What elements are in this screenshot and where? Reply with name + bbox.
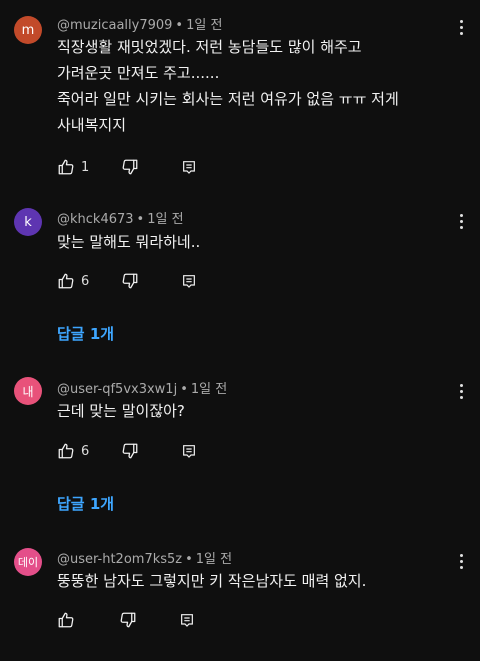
- reply-comment-icon: [183, 161, 196, 174]
- comment-line: 가려운곳 만져도 주고......: [57, 64, 220, 82]
- comment-actions: 6: [57, 270, 197, 292]
- reply-button[interactable]: [181, 443, 197, 459]
- reply-button[interactable]: [181, 273, 197, 289]
- comment-meta: @muzicaally7909 • 1일 전: [57, 14, 222, 33]
- thumb-up-icon: [58, 612, 74, 628]
- like-button[interactable]: 6: [57, 272, 89, 290]
- author-name[interactable]: @user-ht2om7ks5z: [57, 552, 182, 567]
- view-replies-link[interactable]: 답글 1개: [57, 493, 114, 514]
- thumb-down-icon: [122, 159, 138, 175]
- comment-time[interactable]: 1일 전: [196, 552, 232, 567]
- comment-line: 사내복지지: [57, 116, 127, 134]
- reply-button[interactable]: [179, 612, 195, 628]
- comment-actions: [57, 609, 195, 631]
- separator-dot: •: [175, 18, 184, 33]
- reply-button[interactable]: [181, 159, 197, 175]
- author-name[interactable]: @khck4673: [57, 212, 134, 227]
- more-vert-icon[interactable]: [460, 211, 464, 232]
- view-replies-link[interactable]: 답글 1개: [57, 323, 114, 344]
- thumb-up-icon: [58, 273, 74, 289]
- more-vert-icon[interactable]: [460, 381, 464, 402]
- author-name[interactable]: @user-qf5vx3xw1j: [57, 382, 177, 397]
- reply-comment-icon: [181, 614, 193, 627]
- thumb-down-icon: [122, 273, 138, 289]
- like-button[interactable]: [57, 611, 81, 629]
- author-name[interactable]: @muzicaally7909: [57, 18, 172, 33]
- comment-line: 뚱뚱한 남자도 그렇지만 키 작은남자도 매력 없지.: [57, 572, 367, 590]
- comment-meta: @user-ht2om7ks5z • 1일 전: [57, 548, 232, 567]
- like-count: 1: [81, 159, 90, 175]
- reply-comment-icon: [183, 275, 196, 288]
- avatar[interactable]: 데이: [14, 548, 42, 576]
- more-vert-icon[interactable]: [460, 551, 464, 572]
- comment-text: 근데 맞는 말이잖아?: [57, 398, 440, 424]
- avatar-letter: k: [24, 214, 32, 230]
- avatar-letter: 데이: [17, 556, 39, 569]
- reply-comment-icon: [183, 445, 196, 458]
- comment-meta: @khck4673 • 1일 전: [57, 208, 184, 227]
- comment-line: 맞는 말해도 뭐라하네..: [57, 233, 201, 251]
- dislike-button[interactable]: [119, 611, 137, 629]
- like-button[interactable]: 1: [57, 158, 89, 176]
- avatar[interactable]: m: [14, 16, 42, 44]
- dislike-button[interactable]: [121, 442, 139, 460]
- thumb-down-icon: [122, 443, 138, 459]
- comment-time[interactable]: 1일 전: [191, 382, 227, 397]
- avatar[interactable]: 내: [14, 377, 42, 405]
- comment-meta: @user-qf5vx3xw1j • 1일 전: [57, 378, 227, 397]
- like-count: 6: [81, 273, 90, 289]
- like-count: 6: [81, 443, 90, 459]
- comment-time[interactable]: 1일 전: [186, 18, 222, 33]
- comment-text: 뚱뚱한 남자도 그렇지만 키 작은남자도 매력 없지.: [57, 568, 440, 594]
- separator-dot: •: [180, 382, 188, 397]
- thumb-up-icon: [58, 443, 74, 459]
- avatar-letter: 내: [22, 384, 34, 399]
- comment-line: 죽어라 일만 시키는 회사는 저런 여유가 없음 ㅠㅠ 저게: [57, 90, 399, 108]
- comment-time[interactable]: 1일 전: [147, 212, 183, 227]
- avatar-letter: m: [21, 22, 35, 38]
- like-button[interactable]: 6: [57, 442, 89, 460]
- comment-actions: 6: [57, 440, 197, 462]
- more-vert-icon[interactable]: [460, 17, 464, 38]
- comment-text: 맞는 말해도 뭐라하네..: [57, 229, 440, 255]
- dislike-button[interactable]: [121, 272, 139, 290]
- comment-line: 직장생활 재밋었겠다. 저런 농담들도 많이 해주고: [57, 38, 362, 56]
- separator-dot: •: [136, 212, 145, 227]
- comment-line: 근데 맞는 말이잖아?: [57, 402, 185, 420]
- comment-text: 직장생활 재밋었겠다. 저런 농담들도 많이 해주고 가려운곳 만져도 주고..…: [57, 34, 440, 138]
- avatar[interactable]: k: [14, 208, 42, 236]
- thumb-up-icon: [58, 159, 74, 175]
- thumb-down-icon: [120, 612, 136, 628]
- dislike-button[interactable]: [121, 158, 139, 176]
- separator-dot: •: [185, 552, 193, 567]
- comment-actions: 1: [57, 156, 197, 178]
